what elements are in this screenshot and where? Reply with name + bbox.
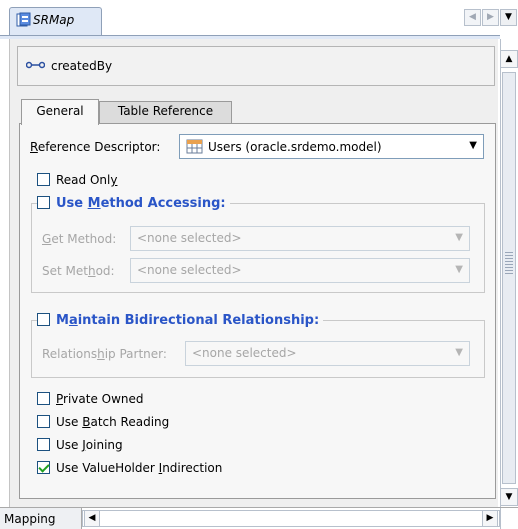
- scroll-left-arrow[interactable]: ◀: [84, 510, 100, 527]
- mapping-file-icon: [16, 12, 31, 27]
- read-only-checkbox[interactable]: Read Only: [37, 173, 117, 187]
- tab-list-menu-button[interactable]: ▼: [500, 9, 517, 26]
- tab-table-reference[interactable]: Table Reference: [99, 101, 232, 123]
- get-method-label: Get Method:: [42, 232, 117, 246]
- private-owned-checkbox[interactable]: Private Owned: [37, 392, 144, 406]
- get-method-value: <none selected>: [137, 231, 242, 245]
- editor-tab-srmap[interactable]: SRMap: [9, 7, 102, 35]
- horizontal-scrollbar[interactable]: [82, 510, 500, 527]
- reference-descriptor-label: Reference Descriptor:: [30, 140, 161, 154]
- vertical-scroll-thumb[interactable]: [502, 72, 516, 484]
- mapping-link-icon: [25, 58, 46, 69]
- chevron-down-icon: ▼: [455, 232, 463, 243]
- bidirectional-check[interactable]: [37, 313, 50, 326]
- read-only-check[interactable]: [37, 173, 50, 186]
- valueholder-indirection-checkbox[interactable]: Use ValueHolder Indirection: [37, 461, 222, 475]
- scroll-right-button[interactable]: ▶: [482, 9, 499, 26]
- method-accessing-check[interactable]: [37, 196, 50, 209]
- scroll-up-button[interactable]: ▲: [500, 50, 518, 68]
- chevron-down-icon: ▼: [455, 347, 463, 358]
- relationship-partner-label: Relationship Partner:: [42, 347, 167, 361]
- scroll-down-button[interactable]: ▼: [500, 488, 518, 506]
- relationship-partner-select[interactable]: <none selected> ▼: [185, 341, 470, 366]
- mapping-view-tab[interactable]: Mapping: [0, 508, 82, 529]
- private-owned-check[interactable]: [37, 392, 50, 405]
- table-icon: [186, 139, 204, 155]
- set-method-select[interactable]: <none selected> ▼: [130, 258, 470, 283]
- tab-general[interactable]: General: [21, 99, 99, 125]
- editor-tab-title: SRMap: [33, 13, 75, 27]
- method-accessing-title: Use Method Accessing:: [56, 196, 226, 211]
- attribute-header: createdBy: [17, 46, 495, 86]
- valueholder-indirection-label: Use ValueHolder Indirection: [56, 461, 223, 475]
- get-method-select[interactable]: <none selected> ▼: [130, 226, 470, 251]
- batch-reading-checkbox[interactable]: Use Batch Reading: [37, 415, 169, 429]
- joining-checkbox[interactable]: Use Joining: [37, 438, 123, 452]
- read-only-label: Read Only: [56, 173, 118, 187]
- scroll-right-arrow[interactable]: ▶: [482, 510, 498, 527]
- bidirectional-toggle[interactable]: Maintain Bidirectional Relationship:: [37, 313, 324, 328]
- valueholder-indirection-check[interactable]: [37, 461, 50, 474]
- set-method-value: <none selected>: [137, 263, 242, 277]
- method-accessing-toggle[interactable]: Use Method Accessing:: [37, 196, 230, 211]
- scroll-left-button[interactable]: ◀: [464, 9, 481, 26]
- private-owned-label: Private Owned: [56, 392, 144, 406]
- joining-check[interactable]: [37, 438, 50, 451]
- chevron-down-icon: ▼: [455, 264, 463, 275]
- chevron-down-icon: ▼: [469, 140, 477, 151]
- batch-reading-label: Use Batch Reading: [56, 415, 170, 429]
- attribute-name: createdBy: [51, 59, 113, 73]
- relationship-partner-value: <none selected>: [192, 346, 297, 360]
- reference-descriptor-value: Users (oracle.srdemo.model): [208, 140, 382, 154]
- scroll-grip-icon: [505, 250, 513, 274]
- editor-nav-buttons: ◀ ▶ ▼: [464, 9, 518, 26]
- batch-reading-check[interactable]: [37, 415, 50, 428]
- joining-label: Use Joining: [56, 438, 123, 452]
- bidirectional-title: Maintain Bidirectional Relationship:: [56, 313, 320, 328]
- reference-descriptor-select[interactable]: Users (oracle.srdemo.model) ▼: [179, 134, 484, 159]
- set-method-label: Set Method:: [42, 264, 115, 278]
